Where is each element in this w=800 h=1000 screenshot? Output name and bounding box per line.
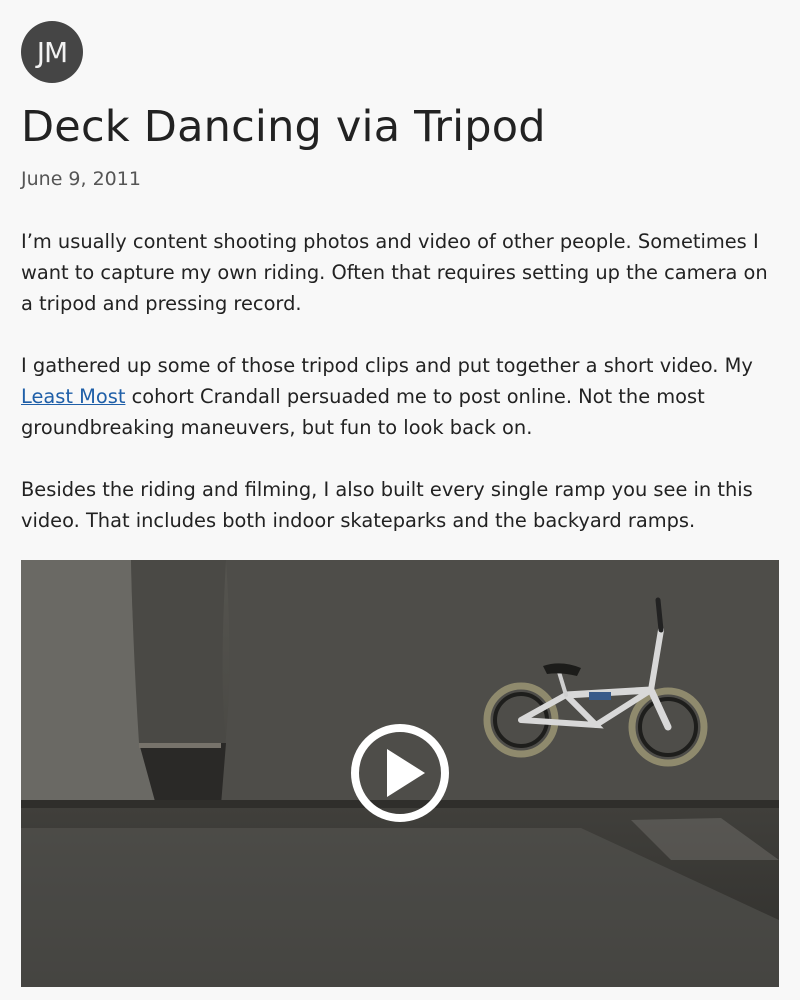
post-body: I’m usually content shooting photos and … [21,226,779,567]
post-date: June 9, 2011 [21,168,141,190]
post-title: Deck Dancing via Tripod [21,102,546,152]
author-avatar-link[interactable]: JM [21,21,83,83]
paragraph-3: Besides the riding and filming, I also b… [21,478,753,532]
video-player[interactable] [21,560,779,987]
paragraph-1: I’m usually content shooting photos and … [21,230,768,315]
least-most-link[interactable]: Least Most [21,385,125,408]
play-circle-icon[interactable] [349,722,451,824]
paragraph-2: I gathered up some of those tripod clips… [21,350,779,443]
author-initials: JM [36,35,68,69]
page: JM Deck Dancing via Tripod June 9, 2011 … [0,0,800,1000]
paragraph-2-text-start: I gathered up some of those tripod clips… [21,354,753,377]
